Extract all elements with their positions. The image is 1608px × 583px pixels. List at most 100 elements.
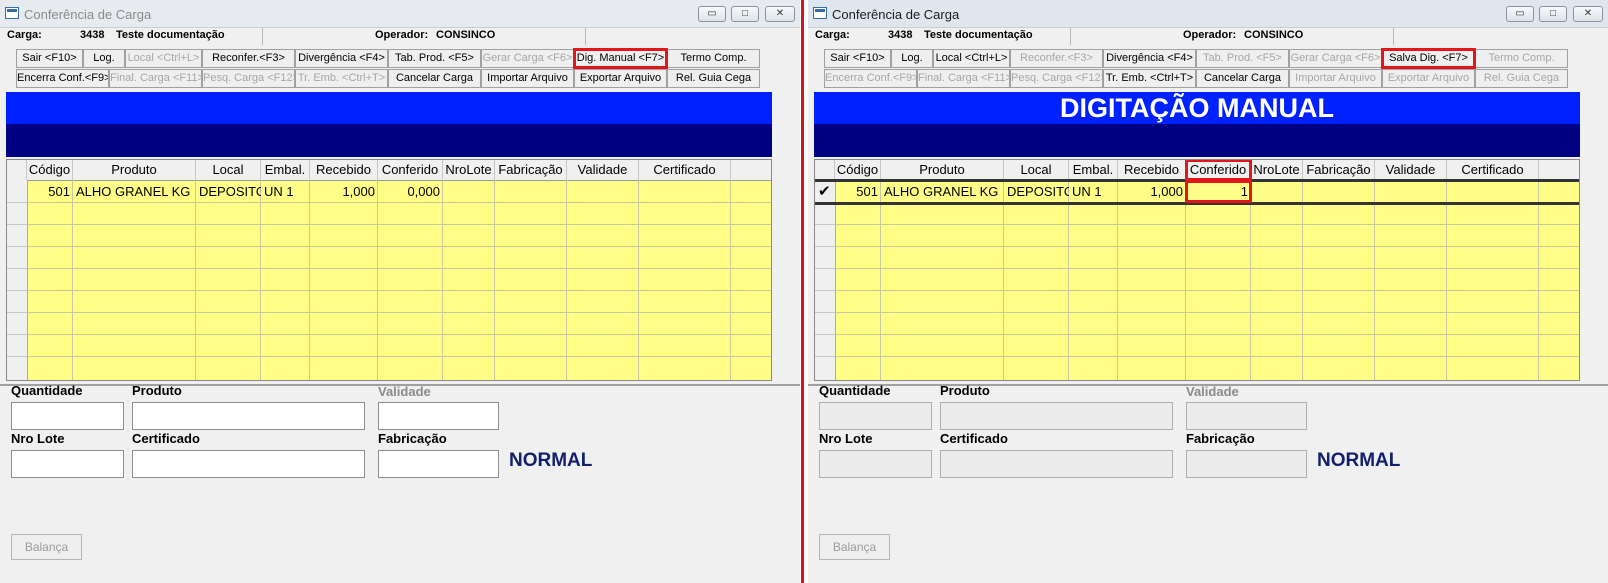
cell-conferido[interactable]: 0,000 — [378, 181, 443, 202]
col-embal[interactable]: Embal. — [261, 160, 310, 180]
tab-prod-button[interactable]: Tab. Prod. <F5> — [388, 49, 481, 68]
grid-hline — [835, 268, 1579, 269]
col-codigo[interactable]: Código — [835, 160, 881, 180]
col-recebido[interactable]: Recebido — [310, 160, 378, 180]
cell-recebido[interactable]: 1,000 — [310, 181, 378, 202]
divergencia-button[interactable]: Divergência <F4> — [295, 49, 388, 68]
cancelar-carga-button[interactable]: Cancelar Carga — [388, 69, 481, 88]
status-text: NORMAL — [509, 450, 593, 471]
certificado-input[interactable] — [132, 450, 365, 478]
col-certificado[interactable]: Certificado — [1447, 160, 1539, 180]
final-carga-button[interactable]: Final. Carga <F11> — [109, 69, 202, 88]
log-button[interactable]: Log. — [891, 49, 933, 68]
col-validade[interactable]: Validade — [1375, 160, 1447, 180]
col-conferido[interactable]: Conferido — [378, 160, 443, 180]
grid-vline — [638, 180, 639, 380]
row-selector-sep — [7, 224, 27, 225]
minimize-icon[interactable]: ▭ — [698, 6, 726, 22]
grid-vline — [1068, 180, 1069, 380]
col-nrolote[interactable]: NroLote — [443, 160, 495, 180]
col-codigo[interactable]: Código — [27, 160, 73, 180]
minimize-icon[interactable]: ▭ — [1506, 6, 1534, 22]
certificado-input[interactable] — [940, 450, 1173, 478]
local-button[interactable]: Local <Ctrl+L> — [125, 49, 202, 68]
title-bar[interactable]: Conferência de Carga ▭ □ ✕ — [0, 0, 800, 28]
salva-dig-button[interactable]: Salva Dig. <F7> — [1381, 48, 1476, 69]
col-fabricacao[interactable]: Fabricação — [495, 160, 567, 180]
tr-emb-button[interactable]: Tr. Emb. <Ctrl+T> — [1103, 69, 1196, 88]
fabricacao-input[interactable] — [378, 450, 499, 478]
quantidade-input[interactable] — [819, 402, 932, 430]
col-produto[interactable]: Produto — [881, 160, 1004, 180]
operador-value: CONSINCO — [1244, 29, 1304, 41]
sair-button[interactable]: Sair <F10> — [16, 49, 83, 68]
nro-lote-input[interactable] — [11, 450, 124, 478]
local-button[interactable]: Local <Ctrl+L> — [933, 49, 1010, 68]
col-local[interactable]: Local — [1004, 160, 1069, 180]
exportar-arquivo-button[interactable]: Exportar Arquivo — [1382, 69, 1475, 88]
gerar-carga-button[interactable]: Gerar Carga <F6> — [481, 49, 574, 68]
maximize-icon[interactable]: □ — [1539, 6, 1567, 22]
rel-guia-cega-button[interactable]: Rel. Guia Cega — [1475, 69, 1568, 88]
col-local[interactable]: Local — [196, 160, 261, 180]
cell-local[interactable]: DEPOSITO — [1004, 181, 1069, 202]
gerar-carga-button[interactable]: Gerar Carga <F6> — [1289, 49, 1382, 68]
exportar-arquivo-button[interactable]: Exportar Arquivo — [574, 69, 667, 88]
cell-local[interactable]: DEPOSITO — [196, 181, 261, 202]
cell-codigo[interactable]: 501 — [27, 181, 73, 202]
encerra-conf-button[interactable]: Encerra Conf.<F9> — [16, 69, 109, 88]
dig-manual-button[interactable]: Dig. Manual <F7> — [573, 48, 668, 69]
tr-emb-button[interactable]: Tr. Emb. <Ctrl+T> — [295, 69, 388, 88]
col-recebido[interactable]: Recebido — [1118, 160, 1186, 180]
items-grid[interactable]: Código Produto Local Embal. Recebido Con… — [814, 159, 1580, 381]
items-grid[interactable]: Código Produto Local Embal. Recebido Con… — [6, 159, 772, 381]
col-validade[interactable]: Validade — [567, 160, 639, 180]
rel-guia-cega-button[interactable]: Rel. Guia Cega — [667, 69, 760, 88]
produto-input[interactable] — [940, 402, 1173, 430]
sair-button[interactable]: Sair <F10> — [824, 49, 891, 68]
fabricacao-input[interactable] — [1186, 450, 1307, 478]
cell-embal[interactable]: UN 1 — [261, 181, 310, 202]
termo-comp-button[interactable]: Termo Comp. — [1475, 49, 1568, 68]
log-button[interactable]: Log. — [83, 49, 125, 68]
row-selector-column[interactable] — [7, 180, 28, 380]
close-icon[interactable]: ✕ — [765, 6, 795, 22]
col-certificado[interactable]: Certificado — [639, 160, 731, 180]
balanca-button[interactable]: Balança — [11, 534, 82, 560]
final-carga-button[interactable]: Final. Carga <F11> — [917, 69, 1010, 88]
encerra-conf-button[interactable]: Encerra Conf.<F9> — [824, 69, 917, 88]
balanca-button[interactable]: Balança — [819, 534, 890, 560]
col-embal[interactable]: Embal. — [1069, 160, 1118, 180]
row-selector-column[interactable] — [815, 180, 836, 380]
quantidade-input[interactable] — [11, 402, 124, 430]
pesq-carga-button[interactable]: Pesq. Carga <F12> — [1010, 69, 1103, 88]
cancelar-carga-button[interactable]: Cancelar Carga — [1196, 69, 1289, 88]
importar-arquivo-button[interactable]: Importar Arquivo — [481, 69, 574, 88]
pesq-carga-button[interactable]: Pesq. Carga <F12> — [202, 69, 295, 88]
operador-label: Operador: — [1183, 29, 1237, 41]
col-fabricacao[interactable]: Fabricação — [1303, 160, 1375, 180]
col-conferido[interactable]: Conferido — [1185, 160, 1252, 181]
validade-input[interactable] — [378, 402, 499, 430]
carga-label: Carga: — [815, 29, 850, 41]
produto-input[interactable] — [132, 402, 365, 430]
cell-produto[interactable]: ALHO GRANEL KG — [73, 181, 196, 202]
cell-recebido[interactable]: 1,000 — [1118, 181, 1186, 202]
col-produto[interactable]: Produto — [73, 160, 196, 180]
col-nrolote[interactable]: NroLote — [1251, 160, 1303, 180]
maximize-icon[interactable]: □ — [731, 6, 759, 22]
cell-produto[interactable]: ALHO GRANEL KG — [881, 181, 1004, 202]
reconferir-button[interactable]: Reconfer.<F3> — [202, 49, 295, 68]
title-bar[interactable]: Conferência de Carga ▭ □ ✕ — [808, 0, 1608, 28]
nro-lote-input[interactable] — [819, 450, 932, 478]
cell-conferido[interactable]: 1 — [1185, 180, 1252, 203]
termo-comp-button[interactable]: Termo Comp. — [667, 49, 760, 68]
cell-codigo[interactable]: 501 — [835, 181, 881, 202]
tab-prod-button[interactable]: Tab. Prod. <F5> — [1196, 49, 1289, 68]
validade-input[interactable] — [1186, 402, 1307, 430]
close-icon[interactable]: ✕ — [1573, 6, 1603, 22]
importar-arquivo-button[interactable]: Importar Arquivo — [1289, 69, 1382, 88]
cell-embal[interactable]: UN 1 — [1069, 181, 1118, 202]
divergencia-button[interactable]: Divergência <F4> — [1103, 49, 1196, 68]
reconferir-button[interactable]: Reconfer.<F3> — [1010, 49, 1103, 68]
